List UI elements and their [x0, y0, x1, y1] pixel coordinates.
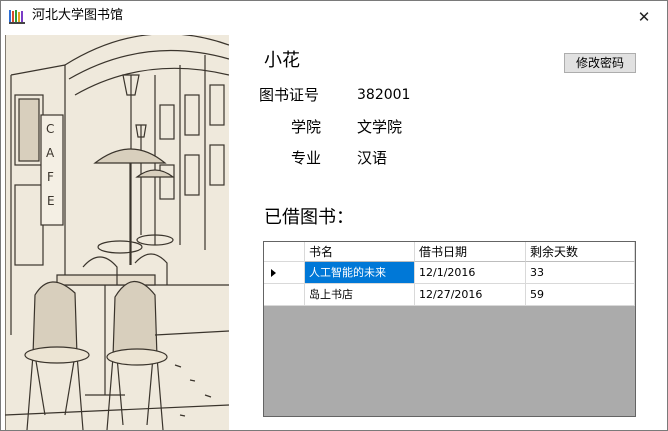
- card-number-label: 图书证号: [259, 86, 320, 104]
- svg-text:C: C: [46, 122, 54, 136]
- table-row[interactable]: 岛上书店 12/27/2016 59: [264, 284, 635, 306]
- row-header[interactable]: [264, 284, 305, 306]
- major-value: 汉语: [357, 149, 388, 167]
- grid-header-row: 书名 借书日期 剩余天数: [264, 242, 635, 262]
- column-header-borrow-date[interactable]: 借书日期: [415, 242, 526, 262]
- current-row-arrow-icon: [271, 269, 276, 277]
- svg-text:F: F: [47, 170, 54, 184]
- column-header-days-left[interactable]: 剩余天数: [526, 242, 635, 262]
- street-cafe-illustration: C A F E: [5, 35, 229, 430]
- close-button[interactable]: ✕: [621, 1, 667, 32]
- cell-days-left[interactable]: 59: [526, 284, 635, 306]
- college-value: 文学院: [357, 118, 403, 136]
- svg-text:A: A: [46, 146, 55, 160]
- cell-days-left[interactable]: 33: [526, 262, 635, 284]
- grid-corner-header: [264, 242, 305, 262]
- cell-borrow-date[interactable]: 12/1/2016: [415, 262, 526, 284]
- cell-book[interactable]: 岛上书店: [305, 284, 415, 306]
- user-name: 小花: [264, 50, 300, 71]
- main-window: 河北大学图书馆 ✕ C A F E 小花 修改密码 图书证号 382001 学院…: [0, 0, 668, 431]
- college-label: 学院: [291, 118, 322, 136]
- close-icon: ✕: [637, 7, 651, 26]
- books-icon: [9, 9, 25, 24]
- table-row[interactable]: 人工智能的未来 12/1/2016 33: [264, 262, 635, 284]
- borrowed-books-grid[interactable]: 书名 借书日期 剩余天数 人工智能的未来 12/1/2016 33 岛上书店 1…: [263, 241, 636, 417]
- cell-book[interactable]: 人工智能的未来: [305, 262, 415, 284]
- card-number-value: 382001: [357, 87, 411, 103]
- title-bar[interactable]: 河北大学图书馆 ✕: [1, 1, 667, 32]
- row-header[interactable]: [264, 262, 305, 284]
- change-password-button[interactable]: 修改密码: [564, 53, 636, 73]
- major-label: 专业: [291, 149, 322, 167]
- cell-borrow-date[interactable]: 12/27/2016: [415, 284, 526, 306]
- borrowed-books-title: 已借图书：: [264, 207, 354, 228]
- window-title: 河北大学图书馆: [32, 8, 124, 23]
- column-header-book[interactable]: 书名: [305, 242, 415, 262]
- svg-text:E: E: [47, 194, 55, 208]
